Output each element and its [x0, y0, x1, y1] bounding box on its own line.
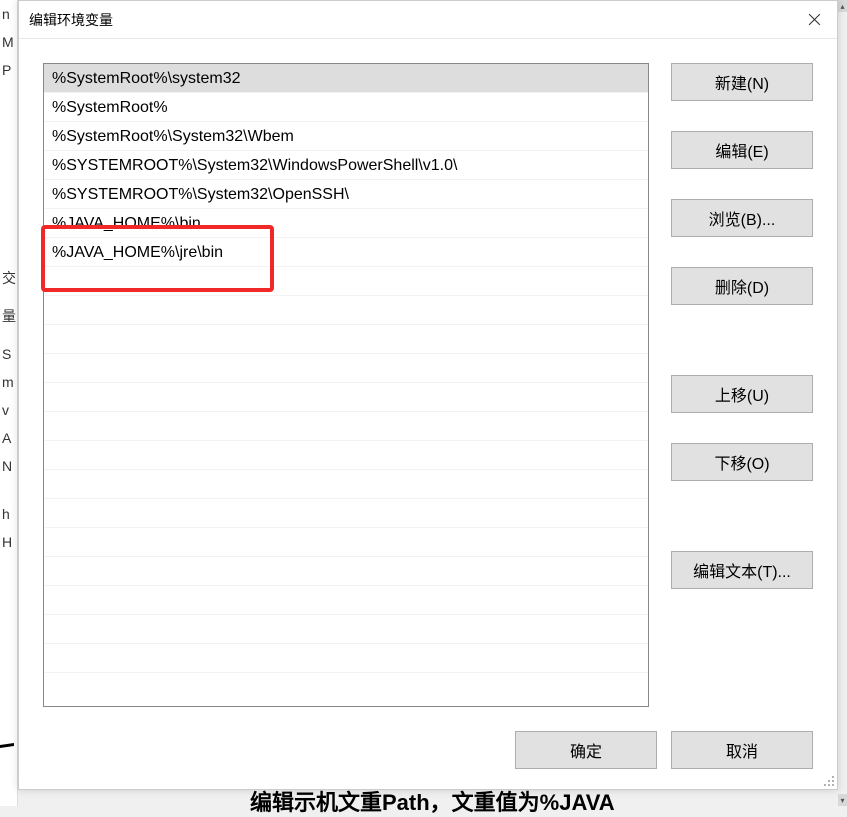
list-item-empty[interactable]: . — [44, 354, 648, 383]
resize-grip[interactable] — [819, 771, 835, 787]
close-icon — [808, 13, 821, 26]
background-window-fragment: n M P 交 量 S m v A N h H — [0, 0, 18, 806]
scroll-down-arrow[interactable]: ▾ — [838, 794, 847, 806]
move-down-button[interactable]: 下移(O) — [671, 443, 813, 481]
list-item-empty[interactable]: . — [44, 383, 648, 412]
list-item-empty[interactable]: . — [44, 586, 648, 615]
dialog-title: 编辑环境变量 — [29, 10, 113, 30]
list-item[interactable]: %SYSTEMROOT%\System32\OpenSSH\ — [44, 180, 648, 209]
cancel-button[interactable]: 取消 — [671, 731, 813, 769]
list-item-empty[interactable]: . — [44, 441, 648, 470]
list-item-empty[interactable]: . — [44, 528, 648, 557]
ok-button[interactable]: 确定 — [515, 731, 657, 769]
list-item-empty[interactable]: . — [44, 325, 648, 354]
scroll-track[interactable] — [838, 12, 847, 794]
edit-text-button[interactable]: 编辑文本(T)... — [671, 551, 813, 589]
list-item-empty[interactable]: . — [44, 470, 648, 499]
list-item[interactable]: %SystemRoot%\System32\Wbem — [44, 122, 648, 151]
move-up-button[interactable]: 上移(U) — [671, 375, 813, 413]
list-item-empty[interactable]: . — [44, 644, 648, 673]
list-item[interactable]: %SystemRoot%\system32 — [44, 64, 648, 93]
edit-button[interactable]: 编辑(E) — [671, 131, 813, 169]
close-button[interactable] — [791, 1, 837, 38]
list-item-empty[interactable]: . — [44, 557, 648, 586]
list-item-empty[interactable]: . — [44, 412, 648, 441]
list-item[interactable]: %SystemRoot% — [44, 93, 648, 122]
page-scrollbar[interactable]: ▴ ▾ — [838, 0, 847, 806]
delete-button[interactable]: 删除(D) — [671, 267, 813, 305]
dialog-footer: 确定 取消 — [43, 731, 813, 769]
resize-grip-icon — [819, 771, 835, 787]
list-item-empty[interactable]: . — [44, 267, 648, 296]
list-item-empty[interactable]: . — [44, 615, 648, 644]
new-button[interactable]: 新建(N) — [671, 63, 813, 101]
edit-env-var-dialog: 编辑环境变量 %SystemRoot%\system32 %SystemRoot… — [18, 0, 838, 790]
background-article-text: 编辑示机文重Path，文重值为%JAVA — [250, 785, 615, 817]
side-button-column: 新建(N) 编辑(E) 浏览(B)... 删除(D) 上移(U) 下移(O) 编… — [671, 63, 813, 707]
dialog-body: %SystemRoot%\system32 %SystemRoot% %Syst… — [19, 39, 837, 789]
list-item[interactable]: %SYSTEMROOT%\System32\WindowsPowerShell\… — [44, 151, 648, 180]
list-item-empty[interactable]: . — [44, 499, 648, 528]
list-item[interactable]: %JAVA_HOME%\bin — [44, 209, 648, 238]
list-item-empty[interactable]: . — [44, 296, 648, 325]
main-content-row: %SystemRoot%\system32 %SystemRoot% %Syst… — [43, 63, 813, 707]
list-item[interactable]: %JAVA_HOME%\jre\bin — [44, 238, 648, 267]
titlebar: 编辑环境变量 — [19, 1, 837, 39]
browse-button[interactable]: 浏览(B)... — [671, 199, 813, 237]
scroll-up-arrow[interactable]: ▴ — [838, 0, 847, 12]
path-listbox[interactable]: %SystemRoot%\system32 %SystemRoot% %Syst… — [43, 63, 649, 707]
